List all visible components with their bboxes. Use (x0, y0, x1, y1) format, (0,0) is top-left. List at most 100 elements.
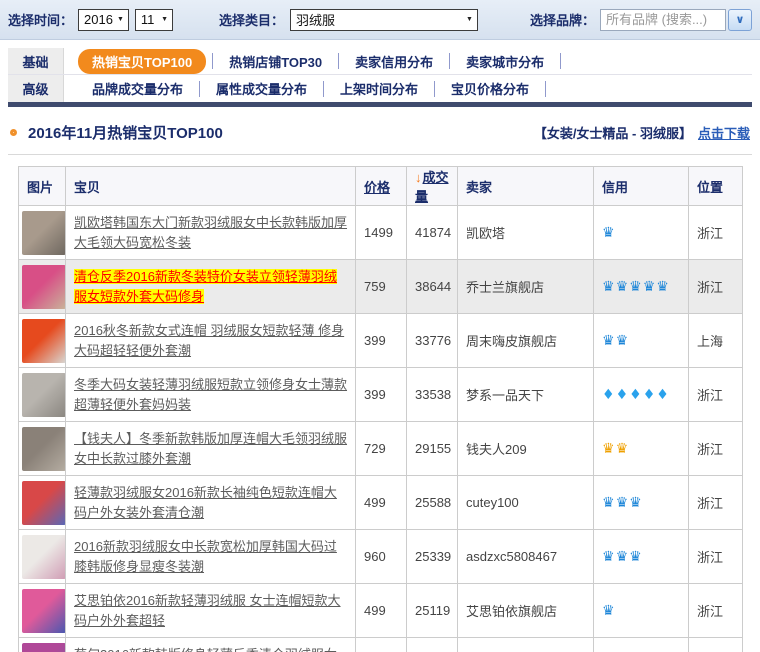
category-select-value: 羽绒服 (296, 10, 335, 29)
blue-crown-icon: ♛ (616, 333, 629, 349)
brand-dropdown-button[interactable]: ∨ (728, 9, 752, 31)
location-cell: 浙江 (689, 422, 743, 476)
sales-cell: 25119 (407, 584, 458, 638)
image-cell (19, 476, 66, 530)
tab-separator (560, 53, 561, 69)
credit-cell: ♛♛♛ (594, 476, 689, 530)
image-cell (19, 422, 66, 476)
month-select[interactable]: 11 ▼ (135, 9, 173, 31)
blue-crown-icon: ♛ (602, 225, 615, 241)
product-title-link[interactable]: 清仓反季2016新款冬装特价女装立领轻薄羽绒服女短款外套大码修身 (74, 269, 337, 304)
top100-table: 图片 宝贝 价格 ↓成交量 卖家 信用 位置 凯欧塔韩国东大门新款羽绒服女中长款… (18, 166, 743, 652)
price-cell: 729 (356, 422, 407, 476)
product-title-link[interactable]: 冬季大码女装轻薄羽绒服短款立领修身女士薄款超薄轻便外套妈妈装 (74, 377, 347, 412)
header-image: 图片 (19, 167, 66, 206)
tab-basic-3[interactable]: 卖家城市分布 (450, 52, 560, 71)
product-thumbnail[interactable] (22, 643, 66, 652)
product-title-link[interactable]: 【钱夫人】冬季新款韩版加厚连帽大毛领羽绒服女中长款过膝外套潮 (74, 431, 347, 466)
year-select[interactable]: 2016 ▼ (78, 9, 129, 31)
credit-cell: ♛♛ (594, 422, 689, 476)
blue-crown-icon: ♛ (602, 279, 615, 295)
seller-cell: 梦系一品天下 (458, 368, 594, 422)
image-cell (19, 368, 66, 422)
tab-basic-1[interactable]: 热销店铺TOP30 (213, 52, 338, 71)
tab-basic-0[interactable]: 热销宝贝TOP100 (78, 49, 206, 74)
category-select[interactable]: 羽绒服 ▼ (290, 9, 478, 31)
price-cell: 1499 (356, 206, 407, 260)
chevron-down-icon: ∨ (736, 13, 745, 26)
basic-tab-row: 基础 热销宝贝TOP100热销店铺TOP30卖家信用分布卖家城市分布 (8, 48, 752, 75)
product-thumbnail[interactable] (22, 265, 66, 309)
seller-cell: 周末嗨皮旗舰店 (458, 314, 594, 368)
product-title-link[interactable]: 2016新款羽绒服女中长款宽松加厚韩国大码过膝韩版修身显瘦冬装潮 (74, 539, 337, 574)
product-thumbnail[interactable] (22, 373, 66, 417)
image-cell (19, 530, 66, 584)
product-thumbnail[interactable] (22, 481, 66, 525)
table-row: 凯欧塔韩国东大门新款羽绒服女中长款韩版加厚大毛领大码宽松冬装 1499 4187… (19, 206, 743, 260)
credit-cell: ♛♛♛♛♛ (594, 260, 689, 314)
table-header-row: 图片 宝贝 价格 ↓成交量 卖家 信用 位置 (19, 167, 743, 206)
item-cell: 轻薄款羽绒服女2016新款长袖纯色短款连帽大码户外女装外套清仓潮 (66, 476, 356, 530)
price-cell: 759 (356, 260, 407, 314)
item-cell: 清仓反季2016新款冬装特价女装立领轻薄羽绒服女短款外套大码修身 (66, 260, 356, 314)
tab-basic-2[interactable]: 卖家信用分布 (339, 52, 449, 71)
header-price: 价格 (356, 167, 407, 206)
gold-crown-icon: ♛ (602, 441, 615, 457)
tab-advanced-3[interactable]: 宝贝价格分布 (435, 79, 545, 98)
table-row: 清仓反季2016新款冬装特价女装立领轻薄羽绒服女短款外套大码修身 759 386… (19, 260, 743, 314)
image-cell (19, 314, 66, 368)
price-cell (356, 638, 407, 652)
credit-cell: ♛♛ (594, 314, 689, 368)
item-cell: 凯欧塔韩国东大门新款羽绒服女中长款韩版加厚大毛领大码宽松冬装 (66, 206, 356, 260)
product-thumbnail[interactable] (22, 319, 66, 363)
blue-crown-icon: ♛ (616, 495, 629, 511)
blue-crown-icon: ♛ (602, 603, 615, 619)
blue-crown-icon: ♛ (656, 279, 669, 295)
tab-advanced-2[interactable]: 上架时间分布 (324, 79, 434, 98)
brand-search-input[interactable] (600, 9, 726, 31)
tab-advanced-1[interactable]: 属性成交量分布 (200, 79, 323, 98)
year-select-value: 2016 (84, 12, 113, 27)
product-thumbnail[interactable] (22, 589, 66, 633)
download-link[interactable]: 点击下载 (698, 123, 750, 142)
product-title-link[interactable]: 艾思铂依2016新款轻薄羽绒服 女士连帽短款大码户外外套超轻 (74, 593, 341, 628)
advanced-group-label: 高级 (8, 75, 64, 102)
page-title: 2016年11月热销宝贝TOP100 (28, 122, 223, 143)
image-cell (19, 206, 66, 260)
category-filter-label: 选择类目： (219, 10, 284, 29)
product-thumbnail[interactable] (22, 535, 66, 579)
tab-advanced-0[interactable]: 品牌成交量分布 (76, 79, 199, 98)
product-thumbnail[interactable] (22, 211, 66, 255)
item-cell: 苞甸2016新款韩版修身轻薄反季清仓羽绒服女短款连 (66, 638, 356, 652)
product-title-link[interactable]: 凯欧塔韩国东大门新款羽绒服女中长款韩版加厚大毛领大码宽松冬装 (74, 215, 347, 250)
blue-crown-icon: ♛ (602, 495, 615, 511)
brand-combobox: ∨ (600, 9, 752, 31)
image-cell (19, 584, 66, 638)
header-seller: 卖家 (458, 167, 594, 206)
credit-cell: ♛♛♛ (594, 530, 689, 584)
location-cell: 浙江 (689, 584, 743, 638)
item-cell: 艾思铂依2016新款轻薄羽绒服 女士连帽短款大码户外外套超轻 (66, 584, 356, 638)
product-title-link[interactable]: 轻薄款羽绒服女2016新款长袖纯色短款连帽大码户外女装外套清仓潮 (74, 485, 337, 520)
blue-crown-icon: ♛ (643, 279, 656, 295)
credit-cell: ♛♛ (594, 638, 689, 652)
product-title-link[interactable]: 2016秋冬新款女式连帽 羽绒服女短款轻薄 修身大码超轻轻便外套潮 (74, 323, 344, 358)
seller-cell: 艾思铂依旗舰店 (458, 584, 594, 638)
blue-diamond-icon: ♦ (616, 387, 629, 403)
sales-cell: 29155 (407, 422, 458, 476)
blue-crown-icon: ♛ (616, 279, 629, 295)
product-thumbnail[interactable] (22, 427, 66, 471)
header-item: 宝贝 (66, 167, 356, 206)
sales-cell (407, 638, 458, 652)
price-sort-link[interactable]: 价格 (364, 180, 390, 195)
price-cell: 399 (356, 368, 407, 422)
seller-cell: asdzxc5808467 (458, 530, 594, 584)
header-credit: 信用 (594, 167, 689, 206)
product-title-link[interactable]: 苞甸2016新款韩版修身轻薄反季清仓羽绒服女短款连 (74, 647, 337, 652)
chevron-down-icon: ▼ (161, 16, 168, 23)
credit-cell: ♦♦♦♦♦ (594, 368, 689, 422)
item-cell: 2016秋冬新款女式连帽 羽绒服女短款轻薄 修身大码超轻轻便外套潮 (66, 314, 356, 368)
blue-crown-icon: ♛ (602, 549, 615, 565)
chevron-down-icon: ▼ (466, 16, 473, 23)
tabs-block: 基础 热销宝贝TOP100热销店铺TOP30卖家信用分布卖家城市分布 高级 品牌… (8, 48, 752, 102)
